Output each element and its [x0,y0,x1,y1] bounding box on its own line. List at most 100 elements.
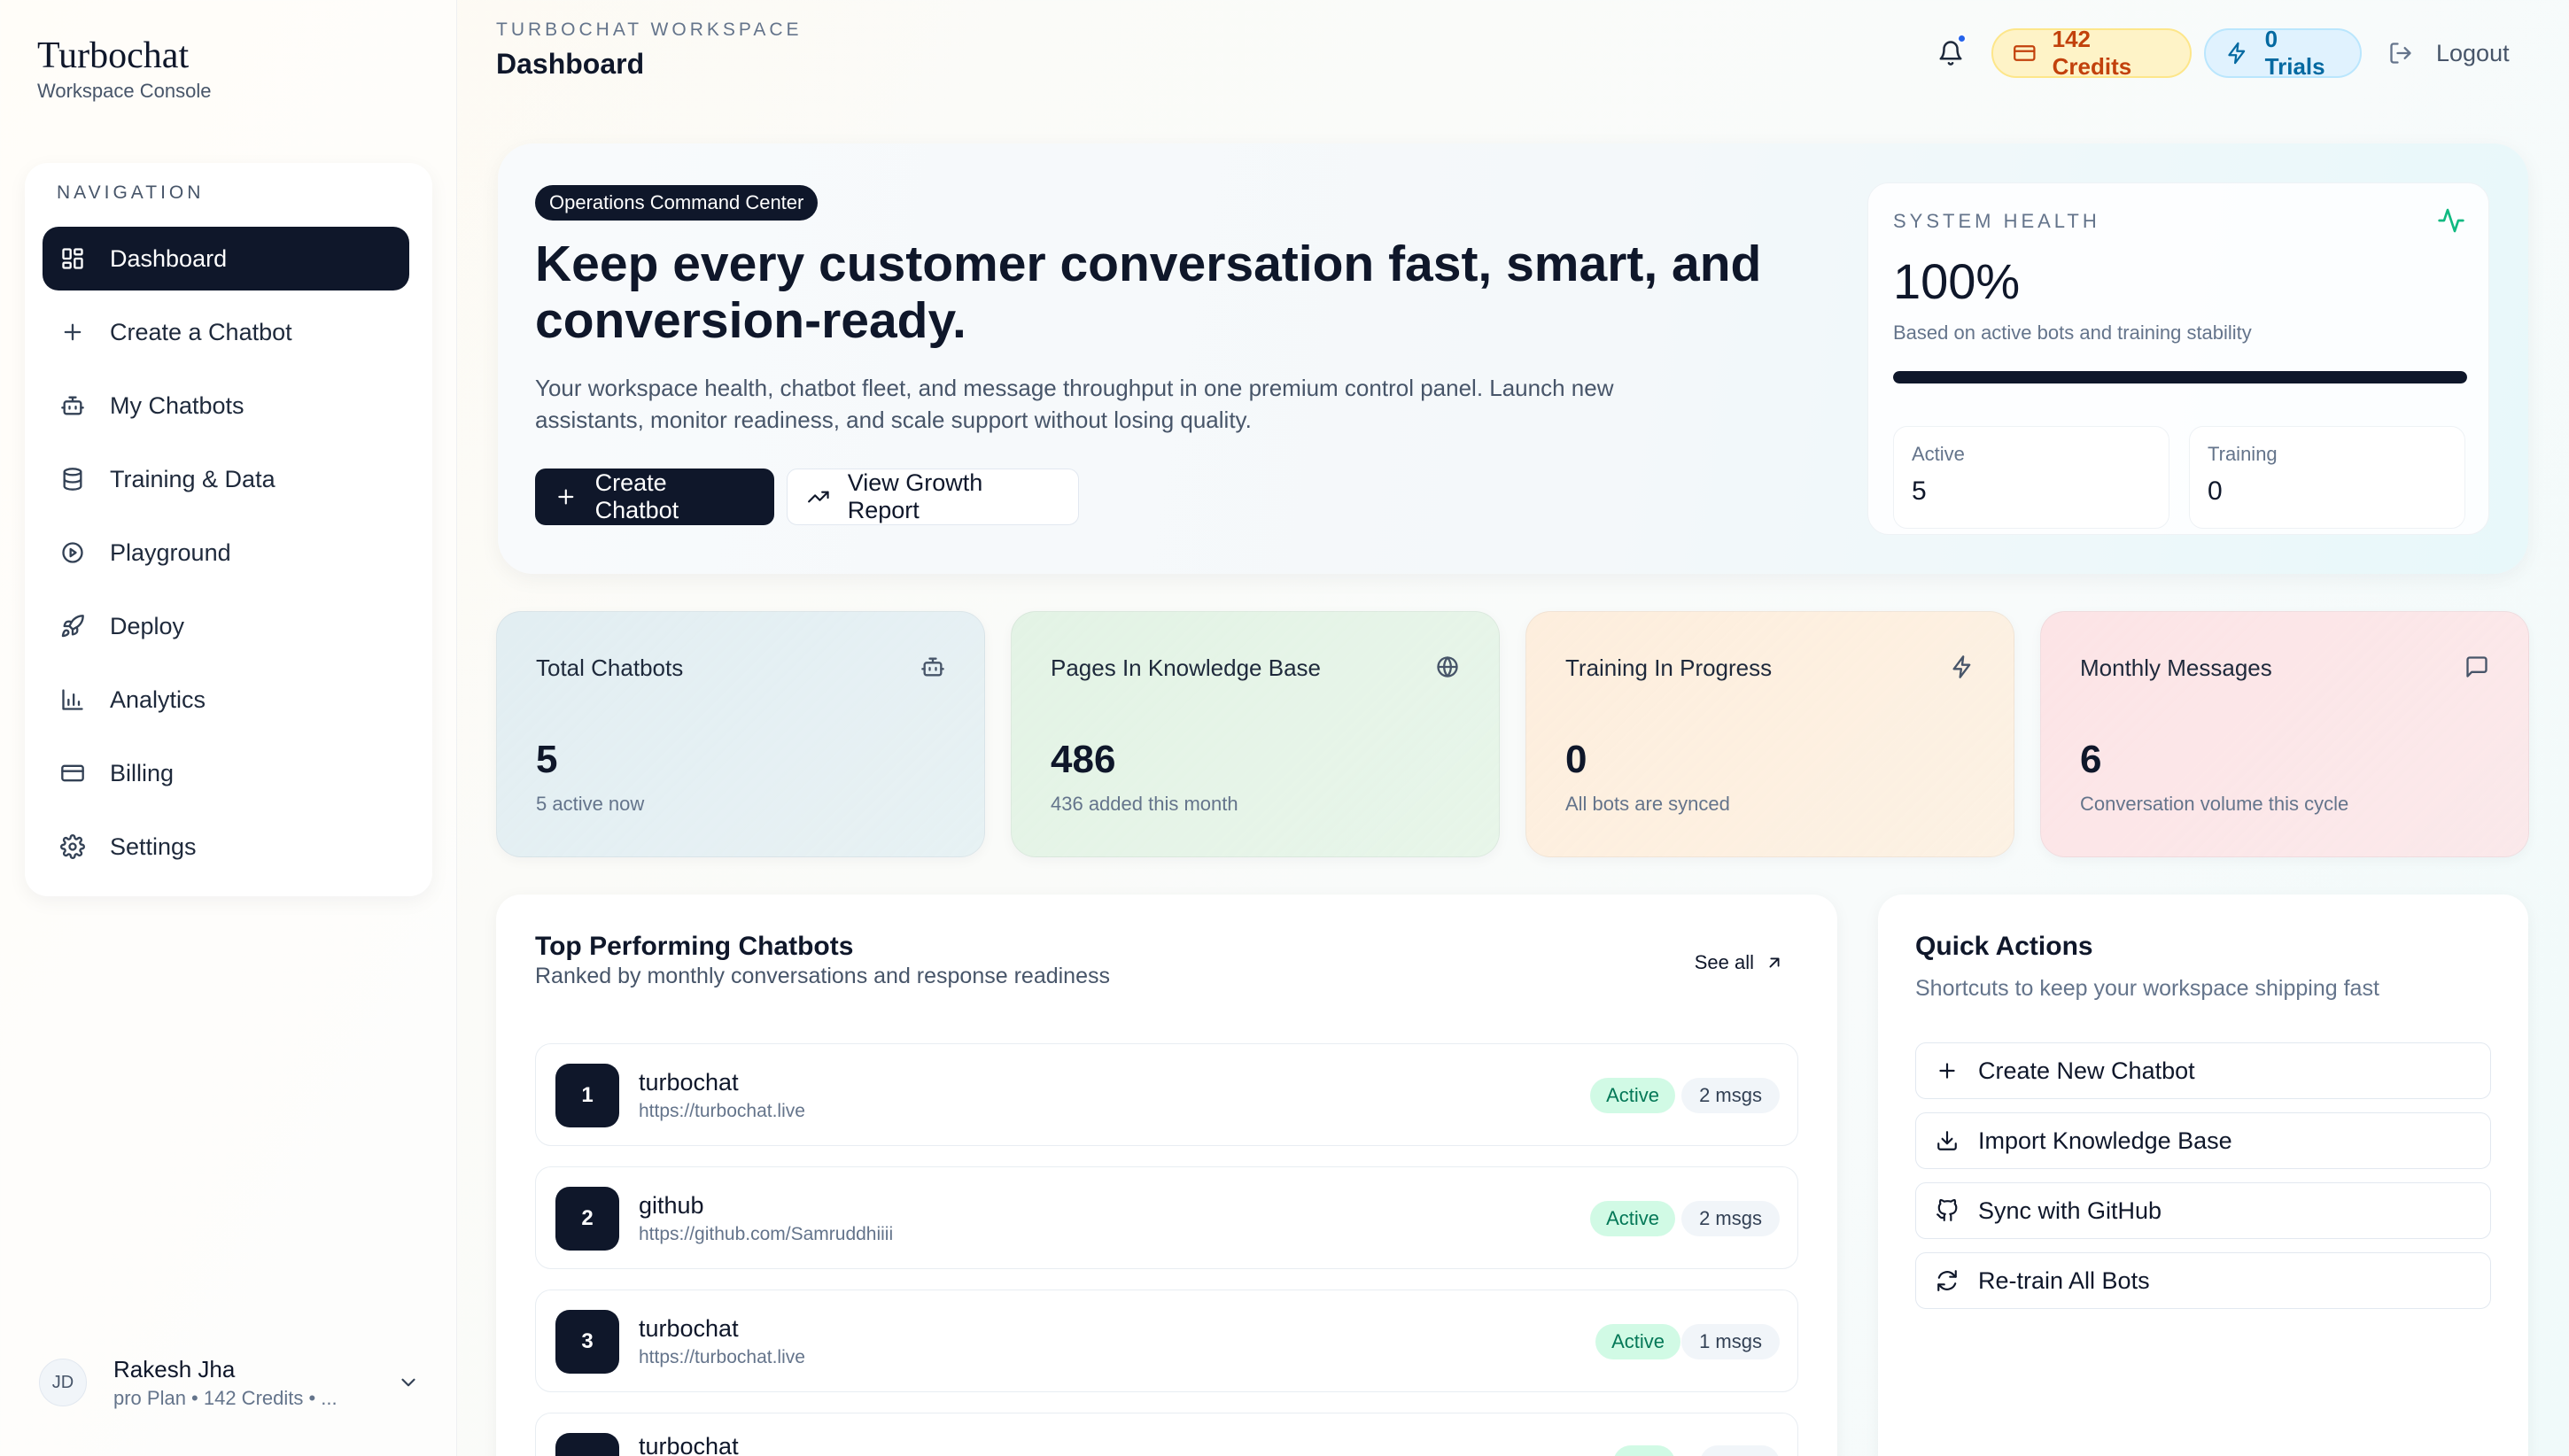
nav-list: Dashboard Create a Chatbot My Chatbots T… [43,227,409,888]
sidebar-item-label: Create a Chatbot [110,318,292,345]
sidebar-item-label: Dashboard [110,244,228,272]
user-plan: pro Plan • 142 Credits • ... [113,1386,338,1409]
message-count-badge: 2 msgs [1681,1078,1780,1113]
gear-icon [60,834,85,859]
chevron-down-icon[interactable] [397,1371,420,1394]
user-info: Rakesh Jha pro Plan • 142 Credits • ... [113,1356,397,1410]
status-badge [1613,1445,1675,1456]
sidebar-item-dashboard[interactable]: Dashboard [43,227,409,290]
bot-name: turbochat [639,1433,739,1456]
bot-icon [921,657,944,677]
hero-description: Your workspace health, chatbot fleet, an… [535,375,1614,433]
quick-actions-title: Quick Actions [1915,932,2093,961]
hero-panel: Operations Command Center Keep every cus… [498,143,2528,574]
rank-badge: 2 [555,1187,619,1251]
sidebar-item-playground[interactable]: Playground [43,521,409,585]
stat-subtitle: 436 added this month [1051,793,1238,815]
sidebar-item-analytics[interactable]: Analytics [43,668,409,732]
plus-icon [558,489,574,505]
bot-name: github [639,1192,704,1219]
create-chatbot-button[interactable]: Create Chatbot [535,469,774,525]
stat-subtitle: 5 active now [536,793,645,815]
active-count-card: Active 5 [1893,426,2169,529]
view-growth-report-label: View Growth Report [847,469,983,523]
top-chatbots-title: Top Performing Chatbots [535,932,854,961]
notifications-button[interactable] [1933,34,1968,71]
active-value: 5 [1912,476,1927,506]
stat-card-total-chatbots[interactable]: Total Chatbots 5 5 active now [496,611,985,857]
credit-card-icon [2014,45,2036,61]
bot-url: https://turbochat.live [639,1347,805,1367]
stat-card-training-in-progress[interactable]: Training In Progress 0 All bots are sync… [1525,611,2014,857]
bar-chart-icon [62,689,83,710]
bot-icon [61,396,84,415]
import-knowledge-base-button[interactable]: Import Knowledge Base [1915,1112,2491,1169]
sync-github-button[interactable]: Sync with GitHub [1915,1182,2491,1239]
system-health-card: SYSTEM HEALTH 100% Based on active bots … [1867,182,2489,535]
github-icon [1936,1199,1958,1221]
user-menu[interactable]: JD Rakesh Jha pro Plan • 142 Credits • .… [39,1353,420,1412]
hero-badge: Operations Command Center [535,185,819,221]
create-new-chatbot-button[interactable]: Create New Chatbot [1915,1042,2491,1099]
table-row[interactable]: 2 github https://github.com/Samruddhiiii… [535,1166,1798,1269]
table-row[interactable]: turbochat [535,1413,1798,1456]
globe-icon [1437,656,1458,678]
logout-button[interactable]: Logout [2388,34,2510,73]
quick-action-label: Import Knowledge Base [1978,1127,2232,1154]
training-count-card: Training 0 [2189,426,2465,529]
quick-action-label: Re-train All Bots [1978,1266,2150,1294]
rank-badge: 1 [555,1064,619,1127]
see-all-link[interactable]: See all [1695,951,1784,974]
sidebar-item-label: Analytics [110,685,206,713]
credits-badge[interactable]: 142 Credits [1991,26,2192,80]
top-chatbots-subtitle: Ranked by monthly conversations and resp… [535,964,1110,988]
stat-value: 486 [1051,738,1116,781]
view-growth-report-button[interactable]: View Growth Report [787,469,1079,525]
stat-value: 6 [2080,738,2102,781]
trials-label: 0 Trials [2264,26,2325,80]
logout-icon [2390,43,2411,64]
stat-card-monthly-messages[interactable]: Monthly Messages 6 Conversation volume t… [2040,611,2529,857]
quick-actions-subtitle: Shortcuts to keep your workspace shippin… [1915,976,2379,1001]
bot-name: turbochat [639,1315,739,1342]
header-eyebrow: TURBOCHAT WORKSPACE [496,19,803,40]
plus-icon [1939,1063,1955,1079]
training-label: Training [2208,443,2278,465]
database-icon [63,468,82,491]
system-health-label: SYSTEM HEALTH [1893,210,2100,232]
table-row[interactable]: 1 turbochat https://turbochat.live Activ… [535,1043,1798,1146]
quick-action-label: Sync with GitHub [1978,1197,2162,1224]
hero-title: Keep every customer conversation fast, s… [535,236,1762,349]
brand-name: Turbochat [37,35,190,76]
table-row[interactable]: 3 turbochat https://turbochat.live Activ… [535,1289,1798,1392]
sidebar-item-create-chatbot[interactable]: Create a Chatbot [43,300,409,364]
sidebar-item-training-data[interactable]: Training & Data [43,447,409,511]
credit-card-icon [61,764,84,782]
message-count-badge: 2 msgs [1681,1201,1780,1236]
sidebar-item-deploy[interactable]: Deploy [43,594,409,658]
brand[interactable]: Turbochat Workspace Console [37,34,211,103]
quick-action-label: Create New Chatbot [1978,1057,2195,1084]
status-badge: Active [1595,1324,1680,1359]
message-count-badge: 1 msgs [1681,1324,1780,1359]
retrain-all-bots-button[interactable]: Re-train All Bots [1915,1252,2491,1309]
notification-dot [1957,34,1967,43]
sidebar-item-billing[interactable]: Billing [43,741,409,805]
stat-card-knowledge-pages[interactable]: Pages In Knowledge Base 486 436 added th… [1011,611,1500,857]
trials-badge[interactable]: 0 Trials [2204,26,2362,80]
message-icon [2466,656,2488,678]
page-title: Dashboard [496,48,645,80]
sidebar-item-label: Playground [110,538,231,566]
sidebar: Turbochat Workspace Console NAVIGATION D… [0,0,457,1456]
play-circle-icon [62,542,83,563]
logout-label: Logout [2436,39,2510,66]
see-all-label: See all [1694,951,1754,973]
stat-title: Monthly Messages [2080,654,2272,681]
sidebar-item-settings[interactable]: Settings [43,815,409,879]
rank-badge [555,1433,619,1456]
system-health-subtitle: Based on active bots and training stabil… [1893,321,2252,344]
quick-actions-panel: Quick Actions Shortcuts to keep your wor… [1878,895,2528,1456]
trending-up-icon [808,491,829,503]
sidebar-item-my-chatbots[interactable]: My Chatbots [43,374,409,438]
rocket-icon [61,615,84,638]
